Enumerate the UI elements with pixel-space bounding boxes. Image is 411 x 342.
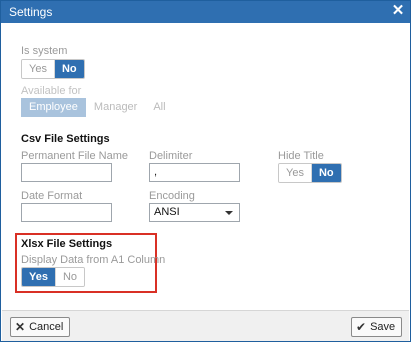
cancel-button[interactable]: ✕ Cancel — [10, 317, 71, 337]
available-for-label: Available for — [21, 85, 82, 97]
encoding-select[interactable]: ANSI — [149, 203, 240, 222]
csv-heading: Csv File Settings — [21, 133, 110, 145]
display-a1-yes[interactable]: Yes — [22, 268, 55, 286]
close-icon[interactable]: ✕ — [390, 3, 406, 19]
display-a1-label: Display Data from A1 Column — [21, 254, 166, 266]
is-system-yes[interactable]: Yes — [22, 60, 54, 78]
is-system-no[interactable]: No — [53, 60, 84, 78]
permanent-file-name-label: Permanent File Name — [21, 150, 128, 162]
display-a1-toggle: Yes No — [21, 267, 86, 287]
hide-title-yes[interactable]: Yes — [279, 164, 311, 182]
is-system-toggle: Yes No — [21, 59, 85, 79]
delimiter-input[interactable]: , — [149, 163, 240, 182]
available-for-all[interactable]: All — [145, 98, 173, 117]
available-for-employee[interactable]: Employee — [21, 98, 86, 117]
hide-title-no[interactable]: No — [310, 164, 341, 182]
delimiter-label: Delimiter — [149, 150, 193, 162]
hide-title-label: Hide Title — [278, 150, 324, 162]
is-system-label: Is system — [21, 45, 68, 57]
display-a1-no[interactable]: No — [54, 268, 85, 286]
hide-title-toggle: Yes No — [278, 163, 342, 183]
permanent-file-name-input[interactable] — [21, 163, 112, 182]
encoding-value: ANSI — [154, 206, 180, 218]
title-bar: Settings ✕ — [1, 1, 410, 23]
dialog-footer: ✕ Cancel ✔ Save — [2, 310, 409, 341]
save-label: Save — [370, 321, 396, 333]
date-format-input[interactable] — [21, 203, 112, 222]
available-for-selector: Employee Manager All — [21, 98, 174, 117]
cancel-label: Cancel — [29, 321, 64, 333]
checkmark-icon: ✔ — [356, 320, 367, 334]
close-icon: ✕ — [15, 320, 26, 334]
dialog-title: Settings — [9, 5, 53, 19]
available-for-manager[interactable]: Manager — [86, 98, 145, 117]
settings-dialog: Settings ✕ Is system Yes No Available fo… — [0, 0, 411, 342]
xlsx-heading: Xlsx File Settings — [21, 238, 113, 250]
save-button[interactable]: ✔ Save — [351, 317, 403, 337]
encoding-label: Encoding — [149, 190, 195, 202]
chevron-down-icon — [225, 211, 233, 215]
date-format-label: Date Format — [21, 190, 83, 202]
